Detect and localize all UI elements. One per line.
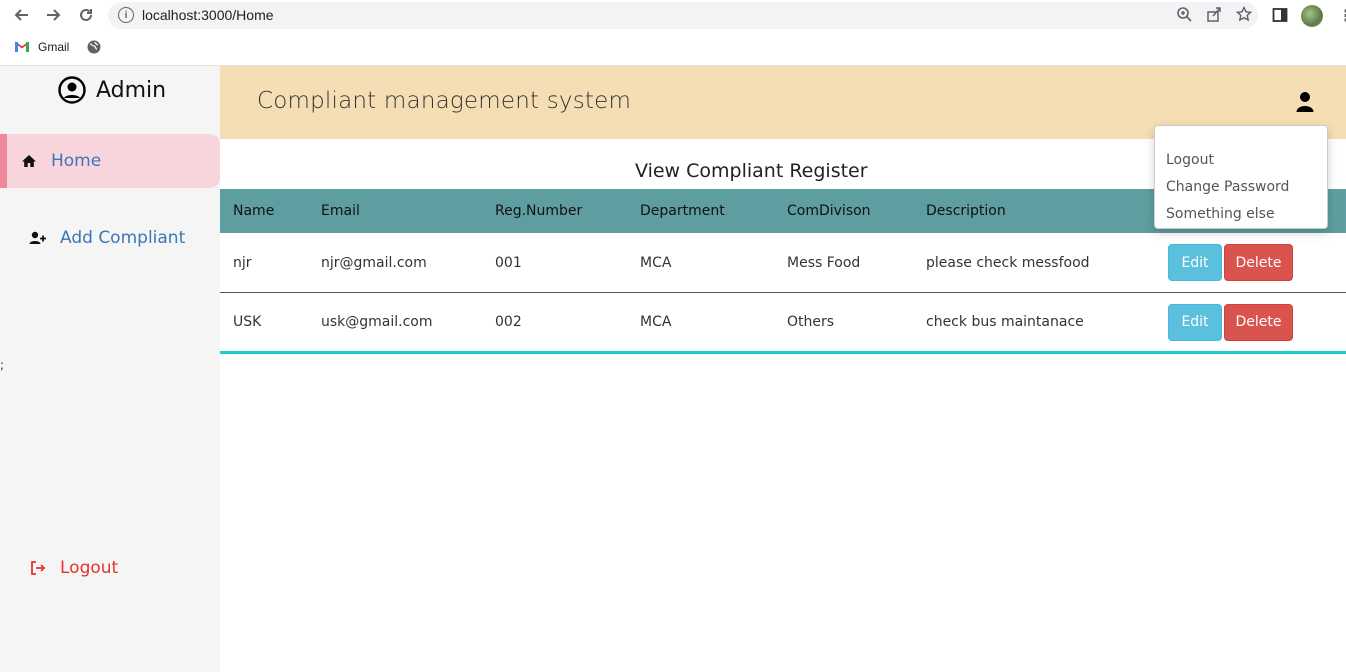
- sidebar-logout[interactable]: Logout: [0, 541, 220, 595]
- cell-division: Others: [787, 314, 835, 330]
- stray-text: ;: [0, 358, 5, 372]
- gmail-icon: [14, 41, 30, 52]
- table-row: USK usk@gmail.com 002 MCA Others check b…: [220, 293, 1346, 354]
- forward-icon[interactable]: [43, 4, 65, 26]
- user-menu-icon[interactable]: [1296, 91, 1314, 117]
- brand-title: Admin: [96, 77, 167, 103]
- cell-description: check bus maintanace: [926, 314, 1084, 330]
- brand: Admin: [58, 76, 166, 104]
- cell-email: usk@gmail.com: [321, 314, 433, 330]
- back-icon[interactable]: [10, 4, 32, 26]
- delete-button[interactable]: Delete: [1224, 244, 1293, 281]
- sidebar-item-add-compliant[interactable]: Add Compliant: [0, 211, 220, 265]
- user-circle-icon: [58, 76, 86, 104]
- star-icon[interactable]: [1235, 5, 1253, 26]
- logout-icon: [31, 561, 46, 575]
- menu-dots-icon[interactable]: ⋮: [1338, 6, 1346, 25]
- table-row: njr njr@gmail.com 001 MCA Mess Food plea…: [220, 233, 1346, 293]
- home-icon: [22, 155, 36, 167]
- reload-icon[interactable]: [75, 4, 97, 26]
- cell-reg-number: 002: [495, 314, 522, 330]
- cell-name: njr: [233, 254, 252, 271]
- bookmark-globe[interactable]: [87, 40, 101, 54]
- url-text: localhost:3000/Home: [142, 7, 274, 23]
- column-header-email: Email: [321, 203, 360, 219]
- cell-email: njr@gmail.com: [321, 254, 427, 271]
- bookmark-label: Gmail: [38, 40, 70, 54]
- column-header-reg-number: Reg.Number: [495, 203, 583, 219]
- add-user-icon: [29, 231, 46, 244]
- bookmark-gmail[interactable]: Gmail: [14, 40, 69, 54]
- sidebar: Admin Home Add Compliant ; Logout: [0, 66, 220, 672]
- share-icon[interactable]: [1206, 6, 1222, 26]
- info-icon[interactable]: i: [118, 7, 134, 23]
- edit-button[interactable]: Edit: [1168, 244, 1222, 281]
- globe-icon: [87, 40, 101, 54]
- column-header-comdivison: ComDivison: [787, 203, 871, 219]
- sidebar-item-home[interactable]: Home: [0, 134, 220, 188]
- edit-button[interactable]: Edit: [1168, 303, 1222, 341]
- address-bar[interactable]: i localhost:3000/Home: [108, 2, 1258, 29]
- cell-description: please check messfood: [926, 254, 1090, 271]
- browser-chrome: i localhost:3000/Home ⋮ Gmail: [0, 0, 1346, 66]
- logout-label: Logout: [60, 558, 119, 578]
- zoom-icon[interactable]: [1176, 6, 1192, 26]
- dropdown-item-change-password[interactable]: Change Password: [1155, 173, 1327, 200]
- delete-button[interactable]: Delete: [1224, 303, 1293, 341]
- sidebar-item-label: Home: [51, 151, 102, 171]
- header-title: Compliant management system: [257, 88, 632, 114]
- cell-department: MCA: [640, 314, 672, 330]
- cell-name: USK: [233, 314, 262, 330]
- column-header-name: Name: [233, 203, 275, 219]
- dropdown-item-logout[interactable]: Logout: [1155, 146, 1327, 173]
- cell-department: MCA: [640, 254, 672, 271]
- user-dropdown-menu: Logout Change Password Something else: [1154, 125, 1328, 229]
- sidebar-item-label: Add Compliant: [60, 228, 186, 248]
- cell-reg-number: 001: [495, 254, 522, 271]
- column-header-department: Department: [640, 203, 725, 219]
- column-header-description: Description: [926, 203, 1006, 219]
- profile-avatar[interactable]: [1301, 5, 1323, 27]
- side-panel-icon[interactable]: [1272, 7, 1288, 27]
- cell-division: Mess Food: [787, 254, 861, 271]
- page-title: View Compliant Register: [635, 160, 868, 182]
- dropdown-item-something-else[interactable]: Something else: [1155, 200, 1327, 227]
